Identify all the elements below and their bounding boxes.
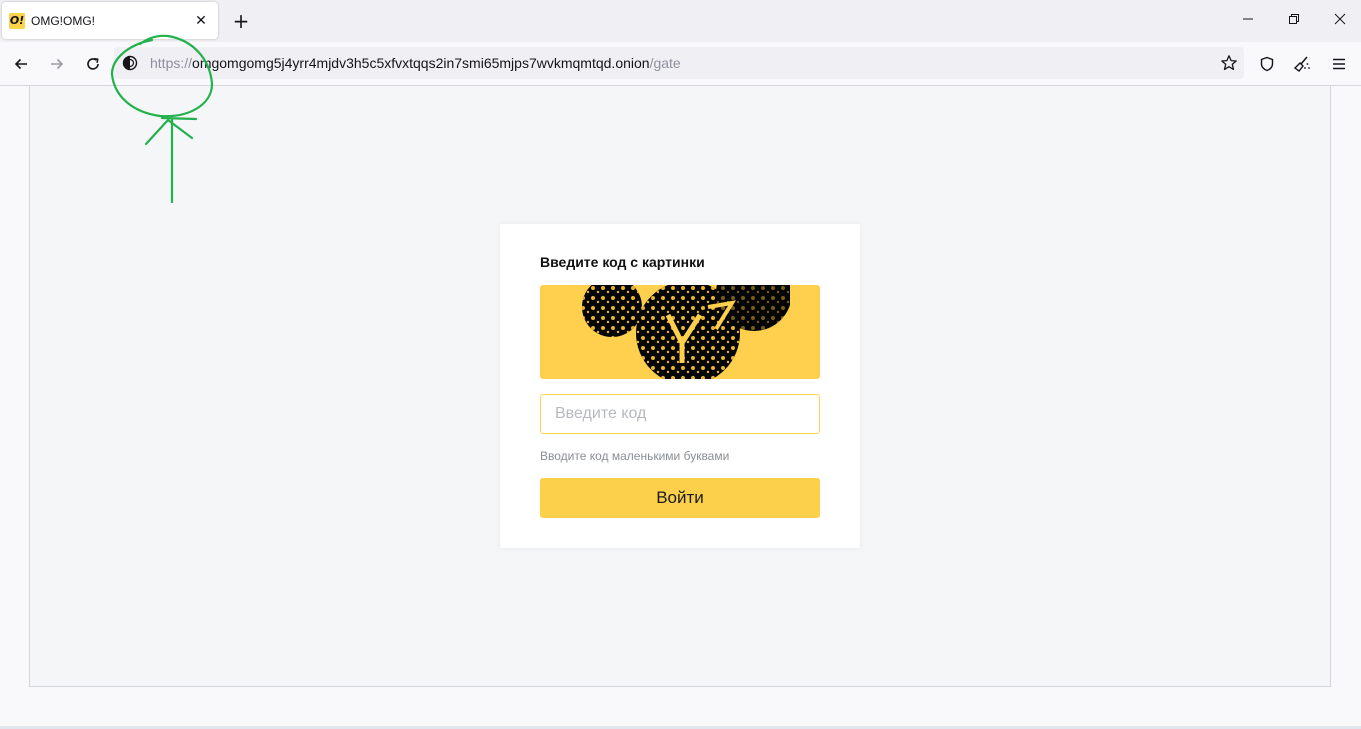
site-favicon-icon: O! [9, 12, 25, 29]
restore-window-icon[interactable] [1284, 10, 1304, 32]
captcha-blobs-image [540, 285, 820, 379]
back-arrow-icon[interactable] [9, 52, 33, 76]
captcha-code-input[interactable] [540, 394, 820, 434]
new-identity-broom-icon[interactable] [1290, 52, 1314, 76]
new-tab-button[interactable]: + [231, 10, 251, 32]
close-tab-icon[interactable]: ✕ [192, 12, 210, 29]
onion-site-icon[interactable] [122, 55, 138, 71]
tab-strip: O! OMG!OMG! ✕ + [0, 0, 1361, 42]
close-window-icon[interactable] [1330, 10, 1350, 32]
captcha-hint: Вводите код маленькими буквами [540, 449, 730, 463]
bookmark-star-icon[interactable] [1220, 54, 1238, 72]
hamburger-menu-icon[interactable] [1327, 52, 1351, 76]
reload-icon[interactable] [81, 52, 105, 76]
captcha-title: Введите код с картинки [540, 254, 705, 270]
url-text[interactable]: https://omgomgomg5j4yrr4mjdv3h5c5xfvxtqq… [150, 55, 681, 71]
forward-arrow-icon[interactable] [45, 52, 69, 76]
url-scheme: https:// [150, 55, 193, 71]
tab-title: OMG!OMG! [31, 13, 95, 28]
minimize-window-icon[interactable] [1238, 10, 1258, 32]
captcha-image [540, 285, 820, 379]
url-path: /gate [649, 55, 681, 71]
login-button[interactable]: Войти [540, 478, 820, 518]
navigation-toolbar: https://omgomgomg5j4yrr4mjdv3h5c5xfvxtqq… [0, 42, 1361, 86]
address-bar[interactable]: https://omgomgomg5j4yrr4mjdv3h5c5xfvxtqq… [114, 47, 1244, 79]
shield-icon[interactable] [1255, 52, 1279, 76]
browser-tab[interactable]: O! OMG!OMG! ✕ [2, 2, 218, 39]
url-host: omgomgomg5j4yrr4mjdv3h5c5xfvxtqqs2in7smi… [192, 55, 650, 71]
captcha-card: Введите код с картинки Вводите код мален… [500, 224, 860, 548]
